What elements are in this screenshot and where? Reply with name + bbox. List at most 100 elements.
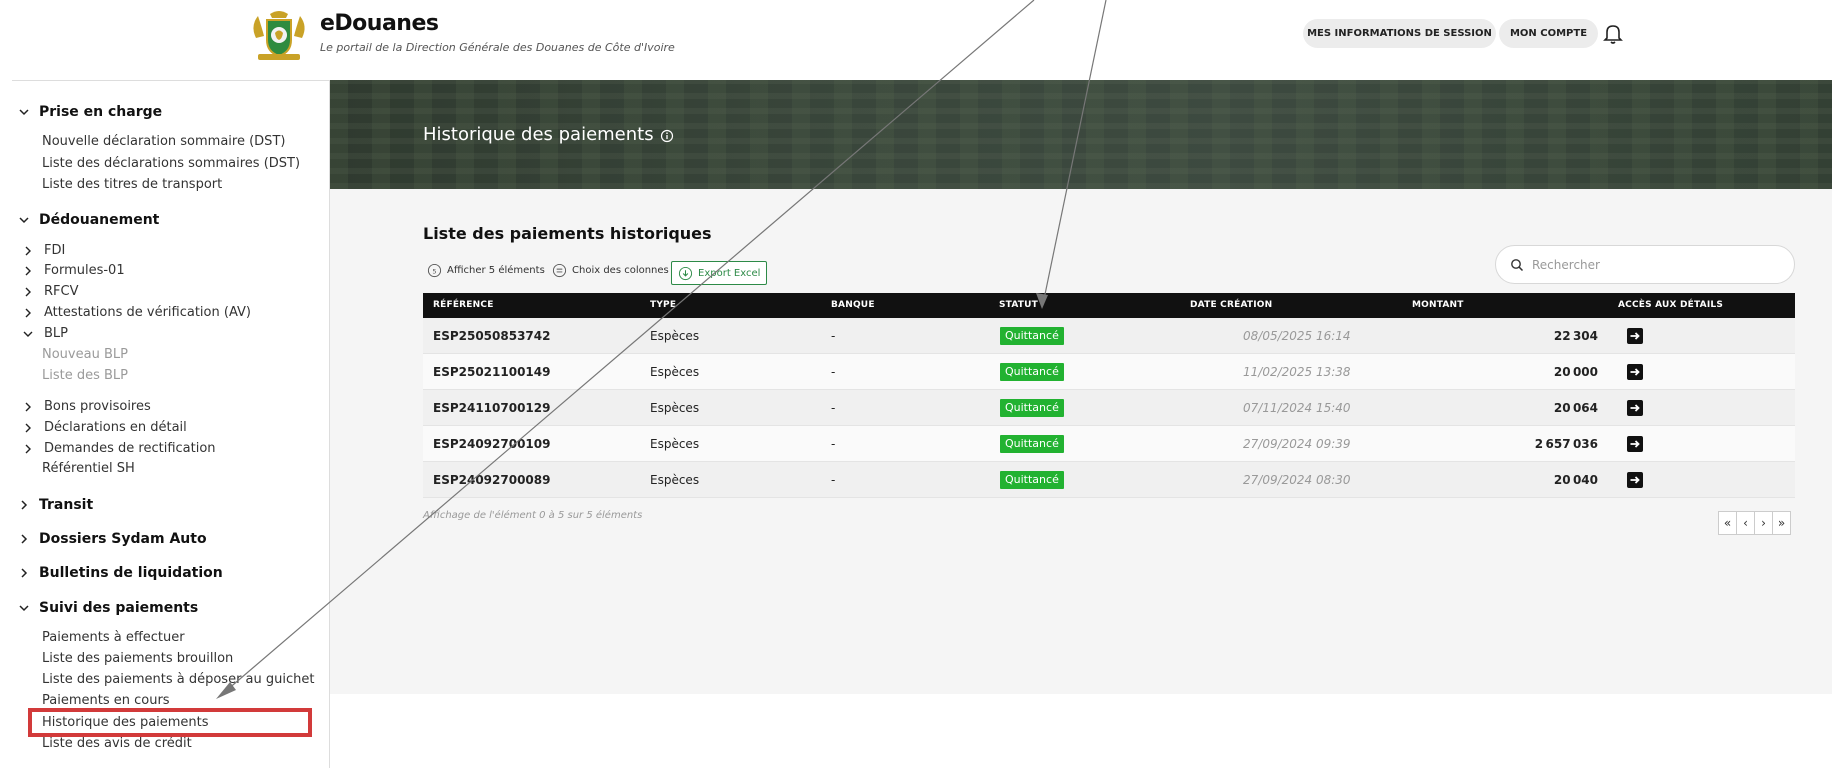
status-badge: Quittancé: [1000, 435, 1064, 453]
sidebar-item-paiements-guichet[interactable]: Liste des paiements à déposer au guichet: [42, 672, 314, 687]
sidebar-item-avis-credit[interactable]: Liste des avis de crédit: [42, 736, 192, 751]
arrow-right-icon[interactable]: [1627, 364, 1643, 380]
arrow-right-icon[interactable]: [1627, 436, 1643, 452]
cell-date: 27/09/2024 09:39: [1243, 437, 1351, 451]
brand-title: eDouanes: [320, 11, 439, 36]
sidebar-section-dedouanement[interactable]: Dédouanement: [17, 212, 159, 228]
first-page-button[interactable]: «: [1718, 511, 1737, 535]
cell-date: 08/05/2025 16:14: [1243, 329, 1351, 343]
previous-page-button[interactable]: ‹: [1736, 511, 1755, 535]
cell-amount: 20 040: [1553, 473, 1598, 487]
column-header-details[interactable]: ACCÈS AUX DÉTAILS: [1618, 300, 1723, 310]
chevron-down-icon: [19, 605, 29, 612]
list-title: Liste des paiements historiques: [423, 224, 712, 243]
info-icon[interactable]: [660, 129, 674, 143]
annotation-highlight-box: [28, 708, 312, 737]
column-header-date[interactable]: DATE CRÉATION: [1190, 300, 1272, 310]
tool-label: Afficher 5 éléments: [447, 265, 545, 276]
sidebar-item-titres-transport[interactable]: Liste des titres de transport: [42, 177, 222, 192]
cell-bank: -: [831, 473, 836, 487]
last-page-button[interactable]: »: [1772, 511, 1791, 535]
account-button[interactable]: MON COMPTE: [1499, 19, 1598, 48]
sidebar-section-bulletins[interactable]: Bulletins de liquidation: [17, 565, 223, 581]
search-icon: [1511, 258, 1524, 271]
sidebar-item-liste-dst[interactable]: Liste des déclarations sommaires (DST): [42, 156, 300, 171]
arrow-right-icon[interactable]: [1627, 328, 1643, 344]
sidebar-section-dossiers[interactable]: Dossiers Sydam Auto: [17, 531, 207, 547]
search-box[interactable]: [1495, 245, 1795, 284]
cell-amount: 22 304: [1553, 329, 1598, 343]
table-row: ESP24092700109 Espèces - Quittancé 27/09…: [423, 426, 1795, 462]
tool-label: Choix des colonnes: [572, 265, 669, 276]
sidebar-item-liste-blp[interactable]: Liste des BLP: [42, 368, 128, 383]
session-info-button[interactable]: MES INFORMATIONS DE SESSION: [1303, 19, 1496, 48]
list-count-icon: 5: [427, 263, 442, 278]
status-badge: Quittancé: [1000, 399, 1064, 417]
download-icon: [678, 266, 693, 280]
sidebar-item-label: RFCV: [44, 284, 79, 299]
section-label: Prise en charge: [39, 104, 163, 120]
cell-date: 11/02/2025 13:38: [1243, 365, 1351, 379]
next-page-button[interactable]: ›: [1754, 511, 1773, 535]
bell-icon[interactable]: [1601, 21, 1625, 45]
sidebar-section-suivi-paiements[interactable]: Suivi des paiements: [17, 600, 198, 616]
sidebar-item-bons-provisoires[interactable]: Bons provisoires: [22, 399, 151, 414]
cell-bank: -: [831, 329, 836, 343]
export-excel-button[interactable]: Export Excel: [671, 261, 768, 285]
sidebar-item-attestations[interactable]: Attestations de vérification (AV): [22, 305, 251, 320]
chevron-right-icon: [25, 266, 31, 275]
cell-bank: -: [831, 365, 836, 379]
chevron-right-icon: [25, 423, 31, 432]
column-header-statut[interactable]: STATUT: [999, 300, 1038, 310]
cell-type: Espèces: [650, 473, 700, 487]
chevron-right-icon: [25, 444, 31, 453]
cell-bank: -: [831, 437, 836, 451]
cell-reference: ESP24110700129: [433, 401, 551, 415]
section-label: Dédouanement: [39, 212, 160, 228]
sidebar-item-paiements-effectuer[interactable]: Paiements à effectuer: [42, 630, 185, 645]
arrow-right-icon[interactable]: [1627, 400, 1643, 416]
table-header: RÉFÉRENCE TYPE BANQUE STATUT DATE CRÉATI…: [423, 293, 1795, 318]
sidebar-item-paiements-brouillon[interactable]: Liste des paiements brouillon: [42, 651, 233, 666]
sidebar-section-transit[interactable]: Transit: [17, 497, 93, 513]
chevron-right-icon: [25, 402, 31, 411]
sidebar-item-declarations-detail[interactable]: Déclarations en détail: [22, 420, 187, 435]
show-entries-button[interactable]: 5 Afficher 5 éléments: [427, 263, 545, 278]
cell-type: Espèces: [650, 437, 700, 451]
sidebar-item-blp[interactable]: BLP: [22, 326, 68, 341]
sidebar-item-demandes-rectification[interactable]: Demandes de rectification: [22, 441, 216, 456]
cell-reference: ESP24092700109: [433, 437, 551, 451]
section-label: Suivi des paiements: [39, 600, 199, 616]
arrow-right-icon[interactable]: [1627, 472, 1643, 488]
sidebar-item-rfcv[interactable]: RFCV: [22, 284, 78, 299]
cell-reference: ESP24092700089: [433, 473, 551, 487]
column-header-montant[interactable]: MONTANT: [1412, 300, 1464, 310]
sidebar-item-fdi[interactable]: FDI: [22, 243, 65, 258]
section-label: Bulletins de liquidation: [39, 565, 223, 581]
cell-reference: ESP25050853742: [433, 329, 551, 343]
chevron-right-icon: [21, 500, 28, 510]
column-header-type[interactable]: TYPE: [650, 300, 676, 310]
column-choice-button[interactable]: Choix des colonnes: [552, 263, 669, 278]
sidebar-item-paiements-en-cours[interactable]: Paiements en cours: [42, 693, 170, 708]
cell-bank: -: [831, 401, 836, 415]
sidebar-section-prise-en-charge[interactable]: Prise en charge: [17, 104, 162, 120]
cell-date: 27/09/2024 08:30: [1243, 473, 1351, 487]
sidebar-item-nouveau-blp[interactable]: Nouveau BLP: [42, 347, 128, 362]
sidebar-item-nouvelle-dst[interactable]: Nouvelle déclaration sommaire (DST): [42, 134, 285, 149]
column-header-banque[interactable]: BANQUE: [831, 300, 875, 310]
cell-date: 07/11/2024 15:40: [1243, 401, 1351, 415]
chevron-right-icon: [25, 287, 31, 296]
sidebar-item-label: Bons provisoires: [44, 399, 151, 414]
cell-amount: 20 064: [1553, 401, 1598, 415]
cell-amount: 2 657 036: [1534, 437, 1598, 451]
table-row: ESP24092700089 Espèces - Quittancé 27/09…: [423, 462, 1795, 498]
sidebar-item-formules[interactable]: Formules-01: [22, 263, 125, 278]
column-header-reference[interactable]: RÉFÉRENCE: [433, 300, 494, 310]
chevron-right-icon: [25, 246, 31, 255]
sidebar-item-referentiel-sh[interactable]: Référentiel SH: [42, 461, 135, 476]
chevron-right-icon: [21, 534, 28, 544]
search-input[interactable]: [1532, 257, 1772, 272]
cell-type: Espèces: [650, 329, 700, 343]
table-row: ESP25050853742 Espèces - Quittancé 08/05…: [423, 318, 1795, 354]
